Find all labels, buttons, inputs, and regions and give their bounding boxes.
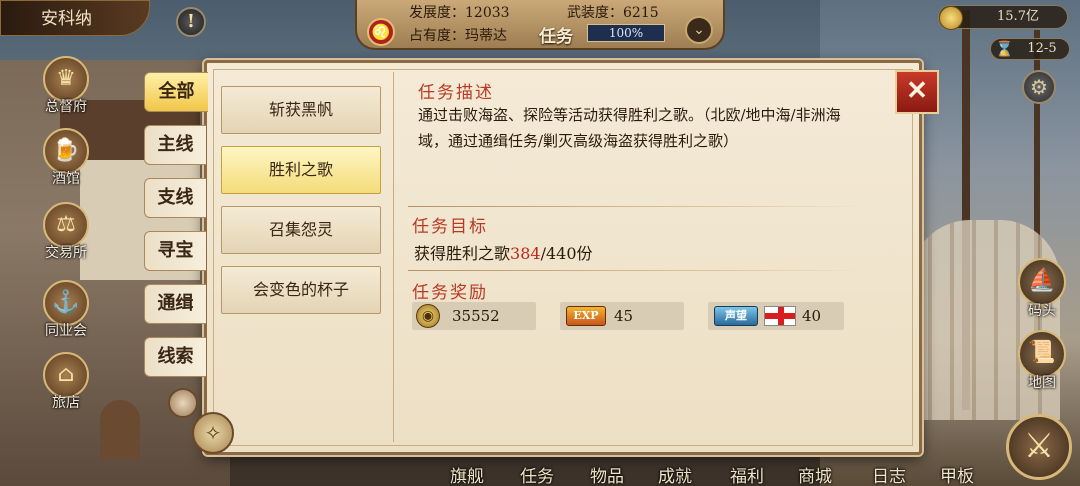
compass-icon[interactable]: ✧ bbox=[192, 412, 234, 454]
task-progress-bar: 100% bbox=[587, 24, 665, 42]
venice-lion-flag-icon: ♌ bbox=[367, 18, 395, 46]
menu-welfare[interactable]: 福利 bbox=[730, 462, 764, 486]
map-scroll-icon: 📜 bbox=[1018, 330, 1066, 378]
date-value: 12-5 bbox=[1027, 41, 1057, 56]
goal-current: 384 bbox=[510, 244, 541, 263]
task-list: 斩获黑帆 胜利之歌 召集怨灵 会变色的杯子 bbox=[218, 76, 386, 446]
reward-fame: 声望 40 bbox=[708, 302, 844, 330]
task-item[interactable]: 斩获黑帆 bbox=[221, 86, 381, 134]
nav-inn[interactable]: ⌂ 旅店 bbox=[36, 352, 96, 412]
nav-tavern[interactable]: 🍺 酒馆 bbox=[36, 128, 96, 188]
city-name[interactable]: 安科纳 bbox=[0, 0, 150, 36]
divider bbox=[408, 270, 868, 271]
development-stat: 发展度：12033 bbox=[409, 5, 510, 21]
task-item[interactable]: 胜利之歌 bbox=[221, 146, 381, 194]
task-item[interactable]: 会变色的杯子 bbox=[221, 266, 381, 314]
nav-exchange[interactable]: ⚖ 交易所 bbox=[36, 202, 96, 262]
gear-icon[interactable]: ⚙ bbox=[1022, 70, 1056, 104]
tab-clues[interactable]: 线索 bbox=[144, 337, 206, 377]
pocket-watch-icon bbox=[168, 388, 198, 418]
hourglass-icon: ⌛ bbox=[995, 40, 1014, 58]
nav-label: 旅店 bbox=[52, 395, 80, 411]
tab-main[interactable]: 主线 bbox=[144, 125, 206, 165]
crossed-swords-icon[interactable]: ⚔ bbox=[1006, 414, 1072, 480]
nav-label: 总督府 bbox=[45, 99, 87, 115]
divider bbox=[408, 206, 868, 207]
tab-all[interactable]: 全部 bbox=[144, 72, 208, 112]
tab-wanted[interactable]: 通缉 bbox=[144, 284, 206, 324]
date-counter: ⌛ 12-5 bbox=[990, 38, 1070, 60]
nav-dock[interactable]: ⛵ 码头 bbox=[1012, 258, 1072, 320]
column-divider bbox=[393, 72, 394, 442]
desc-title: 任务描述 bbox=[418, 83, 494, 103]
nav-guild[interactable]: ⚓ 同业会 bbox=[36, 280, 96, 340]
gold-amount: 15.7亿 bbox=[997, 9, 1039, 24]
england-flag-icon bbox=[764, 306, 796, 326]
gold-coin-icon bbox=[939, 6, 963, 30]
nav-governor-office[interactable]: ♛ 总督府 bbox=[36, 56, 96, 116]
task-detail: 任务描述 通过击败海盗、探险等活动获得胜利之歌。（北欧/地中海/非洲海域，通过通… bbox=[404, 72, 904, 452]
menu-shop[interactable]: 商城 bbox=[798, 462, 832, 486]
goal-title: 任务目标 bbox=[412, 217, 488, 237]
fame-icon: 声望 bbox=[714, 306, 758, 326]
tab-treasure[interactable]: 寻宝 bbox=[144, 231, 206, 271]
reward-exp: EXP 45 bbox=[560, 302, 684, 330]
desc-text: 通过击败海盗、探险等活动获得胜利之歌。（北欧/地中海/非洲海域，通过通缉任务/剿… bbox=[418, 106, 841, 150]
close-button[interactable]: ✕ bbox=[895, 70, 939, 114]
menu-deck[interactable]: 甲板 bbox=[940, 462, 974, 486]
gold-coin-icon: ◉ bbox=[416, 304, 440, 328]
menu-items[interactable]: 物品 bbox=[590, 462, 624, 486]
house-door bbox=[100, 400, 140, 460]
menu-flagship[interactable]: 旗舰 bbox=[450, 462, 484, 486]
task-label: 任务 bbox=[539, 27, 573, 47]
dock-icon: ⛵ bbox=[1018, 258, 1066, 306]
reward-gold: ◉ 35552 bbox=[412, 302, 536, 330]
reward-exp-value: 45 bbox=[614, 307, 634, 325]
bottom-menu: 旗舰 任务 物品 成就 福利 商城 日志 甲板 bbox=[440, 462, 1000, 486]
nav-label: 酒馆 bbox=[52, 171, 80, 187]
reward-gold-value: 35552 bbox=[452, 307, 500, 325]
reward-title: 任务奖励 bbox=[412, 283, 488, 303]
exp-icon: EXP bbox=[566, 306, 606, 326]
nav-label: 码头 bbox=[1028, 303, 1056, 319]
goal-prefix: 获得胜利之歌 bbox=[414, 244, 511, 263]
nav-label: 交易所 bbox=[45, 245, 87, 261]
alert-button[interactable]: ! bbox=[176, 7, 206, 37]
tab-side[interactable]: 支线 bbox=[144, 178, 206, 218]
gold-counter[interactable]: 15.7亿 bbox=[938, 5, 1068, 30]
menu-tasks[interactable]: 任务 bbox=[520, 462, 554, 486]
goal-suffix: /440份 bbox=[540, 244, 593, 263]
nav-map[interactable]: 📜 地图 bbox=[1012, 330, 1072, 392]
menu-log[interactable]: 日志 bbox=[872, 462, 906, 486]
occupancy-stat: 占有度：玛蒂达 bbox=[409, 28, 507, 44]
reward-fame-value: 40 bbox=[802, 307, 822, 325]
city-stats-panel[interactable]: ♌ 发展度：12033 武装度：6215 占有度：玛蒂达 任务 100% ⌄ bbox=[355, 0, 725, 50]
nav-label: 地图 bbox=[1028, 375, 1056, 391]
menu-achievements[interactable]: 成就 bbox=[658, 462, 692, 486]
armament-stat: 武装度：6215 bbox=[567, 5, 659, 21]
task-item[interactable]: 召集怨灵 bbox=[221, 206, 381, 254]
chevron-down-icon[interactable]: ⌄ bbox=[685, 16, 713, 44]
nav-label: 同业会 bbox=[45, 323, 87, 339]
goal-line: 获得胜利之歌384/440份 bbox=[414, 240, 593, 264]
